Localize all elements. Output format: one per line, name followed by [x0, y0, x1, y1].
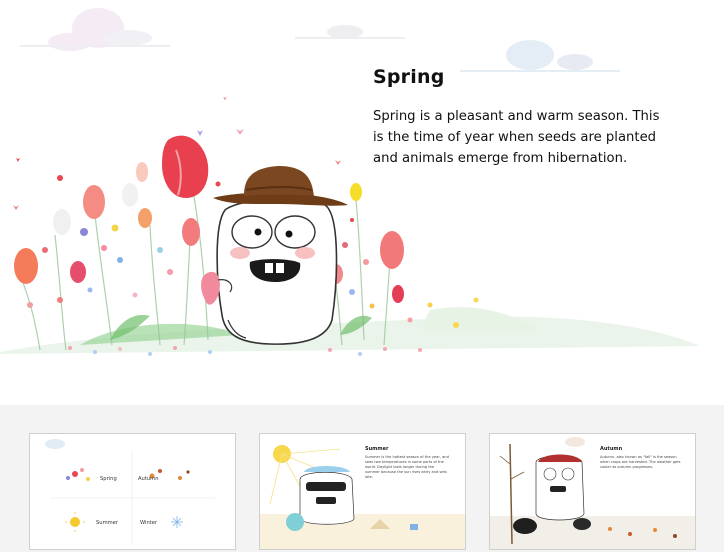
cloud-blue [460, 40, 620, 72]
thumbnail-seasons-overview[interactable]: Spring Autumn Summer Winter [29, 433, 236, 550]
summer-title: Summer [365, 446, 389, 452]
season-label-summer: Summer [96, 520, 119, 526]
tulip-pink-right [380, 231, 404, 269]
season-label-autumn: Autumn [138, 476, 159, 482]
season-label-winter: Winter [140, 520, 158, 526]
slide-title: Spring [373, 66, 445, 88]
summer-body-text: Summer is the hottest season of the year… [365, 455, 449, 479]
marshmallow-character [201, 166, 348, 345]
cloud-pink [20, 8, 170, 51]
cloud-grey [295, 25, 405, 39]
autumn-art [490, 437, 695, 549]
slide-body-text: Spring is a pleasant and warm season. Th… [373, 109, 660, 166]
tulip-salmon [83, 185, 105, 219]
season-label-spring: Spring [100, 476, 117, 482]
tulip-orange [14, 248, 38, 284]
summer-art [260, 445, 465, 549]
seasons-overview-art [45, 439, 215, 544]
slide-thumbnail-strip: Spring Autumn Summer Winter Summer Summe… [0, 405, 724, 552]
thumbnail-summer[interactable]: Summer Summer is the hottest season of t… [259, 433, 466, 550]
autumn-title: Autumn [600, 446, 623, 452]
main-slide: Spring Spring is a pleasant and warm sea… [0, 0, 724, 406]
thumbnail-autumn[interactable]: Autumn Autumn, also known as "fall" is t… [489, 433, 696, 550]
tulip-red-large [162, 135, 209, 198]
autumn-body-text: Autumn, also known as "fall" is the seas… [600, 455, 681, 469]
spring-illustration [0, 8, 700, 356]
